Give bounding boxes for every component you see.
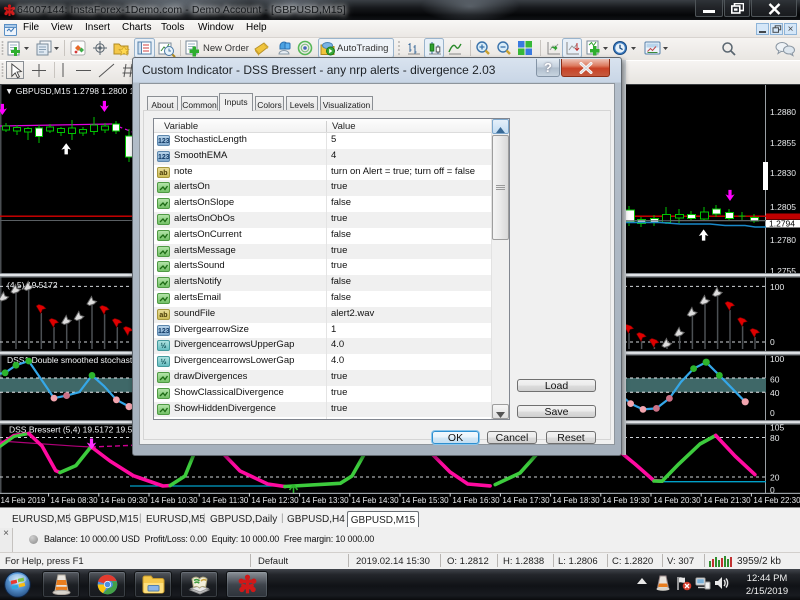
svg-text:1.2805: 1.2805: [770, 202, 796, 212]
svg-text:14 Feb 08:30: 14 Feb 08:30: [50, 496, 98, 505]
svg-text:▼ GBPUSD,M15 1.2798 1.2800 1.: ▼ GBPUSD,M15 1.2798 1.2800 1.279: [5, 86, 151, 96]
svg-text:100: 100: [770, 354, 784, 364]
svg-text:20: 20: [770, 473, 780, 483]
svg-text:14 Feb 14:30: 14 Feb 14:30: [351, 496, 399, 505]
svg-text:14 Feb 16:30: 14 Feb 16:30: [452, 496, 500, 505]
svg-text:1.2830: 1.2830: [770, 168, 796, 178]
svg-text:14 Feb 19:30: 14 Feb 19:30: [602, 496, 650, 505]
svg-text:105: 105: [770, 423, 784, 433]
svg-text:0: 0: [770, 408, 775, 418]
svg-text:14 Feb 22:30: 14 Feb 22:30: [753, 496, 800, 505]
svg-text:80: 80: [770, 433, 780, 443]
svg-text:14 Feb 20:30: 14 Feb 20:30: [653, 496, 701, 505]
svg-text:14 Feb 10:30: 14 Feb 10:30: [150, 496, 198, 505]
svg-text:1.2855: 1.2855: [770, 138, 796, 148]
svg-text:14 Feb 13:30: 14 Feb 13:30: [301, 496, 349, 505]
svg-text:60: 60: [770, 375, 780, 385]
svg-text:40: 40: [770, 388, 780, 398]
svg-text:1.2794: 1.2794: [769, 218, 795, 228]
svg-text:14 Feb 11:30: 14 Feb 11:30: [202, 496, 249, 505]
svg-text:14 Feb 2019: 14 Feb 2019: [1, 496, 46, 505]
svg-text:14 Feb 18:30: 14 Feb 18:30: [552, 496, 600, 505]
svg-text:14 Feb 09:30: 14 Feb 09:30: [100, 496, 148, 505]
svg-text:1.2780: 1.2780: [770, 235, 796, 245]
svg-text:0: 0: [770, 337, 775, 347]
svg-text:New Order: New Order: [203, 43, 249, 54]
svg-text:AutoTrading: AutoTrading: [337, 43, 388, 54]
svg-text:14 Feb 12:30: 14 Feb 12:30: [251, 496, 299, 505]
svg-text:14 Feb 17:30: 14 Feb 17:30: [502, 496, 550, 505]
svg-text:1.2880: 1.2880: [770, 107, 796, 117]
svg-text:14 Feb 15:30: 14 Feb 15:30: [401, 496, 449, 505]
svg-text:100: 100: [770, 282, 784, 292]
svg-text:14 Feb 21:30: 14 Feb 21:30: [703, 496, 751, 505]
